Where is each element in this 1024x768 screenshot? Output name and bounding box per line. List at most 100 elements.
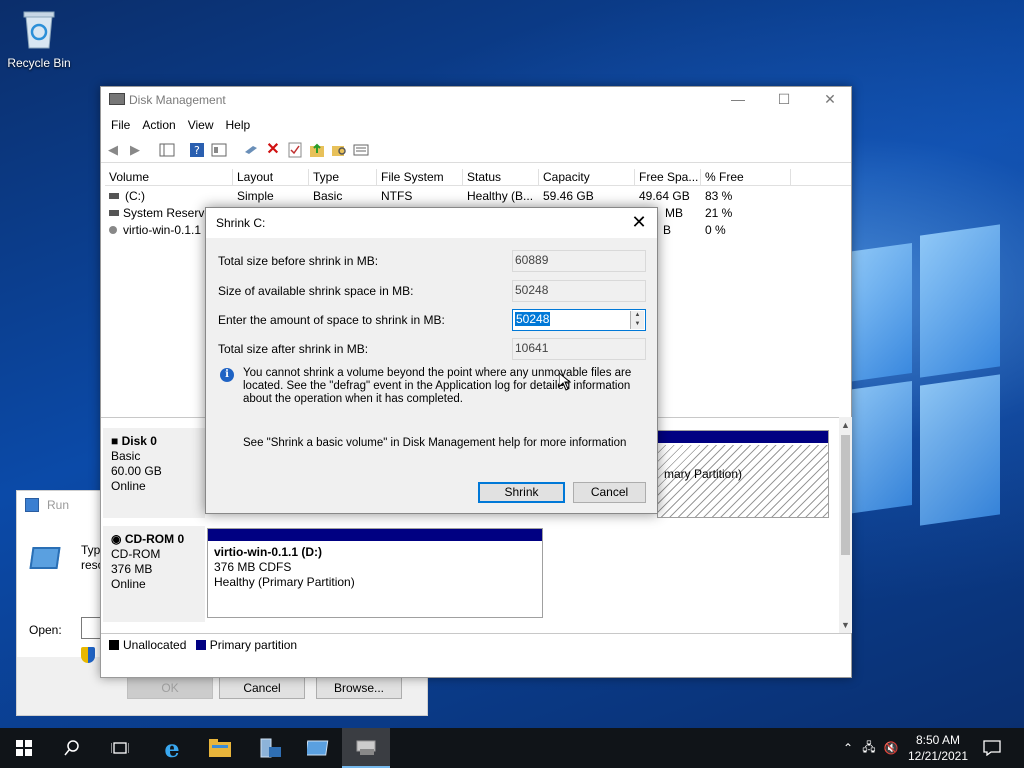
disk-0-label[interactable]: ■ Disk 0 Basic 60.00 GB Online	[103, 428, 205, 518]
folder-up-icon[interactable]	[309, 142, 325, 158]
internet-explorer-icon[interactable]: e	[148, 728, 196, 768]
volume-name: System Reserved	[123, 206, 218, 220]
help-icon[interactable]: ?	[189, 142, 205, 158]
disk-0-state: Online	[111, 479, 146, 493]
toolbar: ◀ ▶ ? ✕	[101, 137, 851, 163]
list-view-icon[interactable]	[353, 142, 369, 158]
recycle-bin-shortcut[interactable]: Recycle Bin	[6, 8, 72, 70]
task-view-icon[interactable]	[96, 728, 144, 768]
col-capacity[interactable]: Capacity	[539, 169, 635, 186]
volume-muted-icon[interactable]: 🔇	[880, 741, 902, 755]
col-type[interactable]: Type	[309, 169, 377, 186]
scroll-up-arrow-icon[interactable]: ▲	[839, 417, 852, 433]
cdrom-partition-name: virtio-win-0.1.1 (D:)	[214, 545, 323, 559]
volume-icon	[109, 193, 119, 199]
run-ok-button[interactable]: OK	[127, 677, 213, 699]
start-button[interactable]	[0, 728, 48, 768]
shrink-titlebar[interactable]: Shrink C: ✕	[206, 208, 657, 238]
shrink-help-text: See "Shrink a basic volume" in Disk Mana…	[243, 437, 627, 449]
close-button[interactable]: ✕	[807, 87, 853, 113]
spin-up-icon[interactable]: ▲	[631, 311, 644, 320]
notifications-icon[interactable]	[968, 728, 1016, 768]
menu-help[interactable]: Help	[220, 118, 257, 132]
connect-icon[interactable]	[243, 142, 259, 158]
file-explorer-icon[interactable]	[196, 728, 244, 768]
total-before-row: Total size before shrink in MB: 60889	[218, 250, 648, 272]
maximize-button[interactable]: ☐	[761, 87, 807, 113]
disk-0-size: 60.00 GB	[111, 464, 162, 478]
clock[interactable]: 8:50 AM 12/21/2021	[900, 732, 976, 764]
cdrom-0-label[interactable]: ◉ CD-ROM 0 CD-ROM 376 MB Online	[103, 526, 205, 622]
volume-capacity: 59.46 GB	[543, 189, 594, 203]
shrink-title: Shrink C:	[216, 216, 266, 230]
disk-0-kind: Basic	[111, 449, 141, 463]
volume-list-header: Volume Layout Type File System Status Ca…	[105, 169, 851, 186]
menu-file[interactable]: File	[105, 118, 136, 132]
col-status[interactable]: Status	[463, 169, 539, 186]
back-arrow-icon[interactable]: ◀	[105, 142, 121, 158]
volume-row[interactable]: (C:) Simple Basic NTFS Healthy (B... 59.…	[105, 188, 805, 205]
cancel-button[interactable]: Cancel	[573, 482, 646, 503]
scroll-thumb[interactable]	[841, 435, 850, 555]
check-icon[interactable]	[287, 142, 303, 158]
run-taskbar-icon[interactable]	[294, 728, 342, 768]
cdrom-0-name: ◉ CD-ROM 0	[111, 532, 185, 546]
menu-action[interactable]: Action	[136, 118, 181, 132]
shrink-info-text: You cannot shrink a volume beyond the po…	[243, 367, 632, 405]
volume-layout: Simple	[237, 189, 274, 203]
disk-0-partition[interactable]: mary Partition)	[657, 430, 829, 518]
dm-titlebar[interactable]: Disk Management — ☐ ✕	[101, 87, 851, 113]
uac-shield-icon	[81, 647, 95, 663]
scroll-down-arrow-icon[interactable]: ▼	[839, 617, 852, 633]
mouse-cursor-icon	[558, 371, 572, 394]
run-open-label: Open:	[29, 623, 62, 637]
disk-management-taskbar-icon[interactable]	[342, 728, 390, 768]
run-browse-button[interactable]: Browse...	[316, 677, 402, 699]
col-layout[interactable]: Layout	[233, 169, 309, 186]
col-free-space[interactable]: Free Spa...	[635, 169, 701, 186]
cdrom-partition-status: Healthy (Primary Partition)	[214, 575, 355, 589]
shrink-dialog: Shrink C: ✕ Total size before shrink in …	[205, 207, 658, 514]
cdrom-partition-size: 376 MB CDFS	[214, 560, 292, 574]
disk-management-app-icon	[109, 93, 125, 105]
amount-row: Enter the amount of space to shrink in M…	[218, 309, 648, 331]
cdrom-0-size: 376 MB	[111, 562, 153, 576]
shrink-button[interactable]: Shrink	[478, 482, 565, 503]
delete-icon[interactable]: ✕	[265, 142, 281, 158]
network-icon[interactable]: 🖧	[858, 738, 880, 759]
spin-down-icon[interactable]: ▼	[631, 320, 644, 329]
volume-fs: NTFS	[381, 189, 413, 203]
show-console-tree-icon[interactable]	[159, 142, 175, 158]
menu-view[interactable]: View	[182, 118, 220, 132]
cdrom-0-partition[interactable]: virtio-win-0.1.1 (D:) 376 MB CDFS Health…	[207, 528, 543, 618]
available-row: Size of available shrink space in MB: 50…	[218, 280, 648, 302]
search-icon[interactable]	[48, 728, 96, 768]
disk-0-partition-status: mary Partition)	[664, 467, 743, 481]
forward-arrow-icon[interactable]: ▶	[127, 142, 143, 158]
volume-status: Healthy (B...	[467, 189, 534, 203]
shrink-amount-spinner[interactable]: ▲ ▼	[630, 311, 644, 329]
col-volume[interactable]: Volume	[105, 169, 233, 186]
recycle-bin-label: Recycle Bin	[7, 56, 71, 70]
minimize-button[interactable]: —	[715, 87, 761, 113]
search-folder-icon[interactable]	[331, 142, 347, 158]
clock-date: 12/21/2021	[907, 749, 969, 763]
shrink-amount-value: 50248	[515, 312, 551, 326]
volume-name: (C:)	[125, 189, 145, 203]
server-manager-icon[interactable]	[246, 728, 294, 768]
shrink-close-icon[interactable]: ✕	[627, 208, 651, 238]
col-file-system[interactable]: File System	[377, 169, 463, 186]
cdrom-0-kind: CD-ROM	[111, 547, 161, 561]
properties-icon[interactable]	[211, 142, 227, 158]
cdrom-partition-info: virtio-win-0.1.1 (D:) 376 MB CDFS Health…	[208, 541, 542, 594]
show-hidden-icons-chevron-icon[interactable]: ⌃	[838, 741, 858, 755]
recycle-bin-icon	[21, 8, 57, 50]
disk-0-name: ■ Disk 0	[111, 434, 157, 448]
vertical-scrollbar[interactable]: ▲ ▼	[839, 417, 852, 633]
total-before-label: Total size before shrink in MB:	[218, 254, 379, 268]
run-cancel-button[interactable]: Cancel	[219, 677, 305, 699]
shrink-amount-input[interactable]: 50248 ▲ ▼	[512, 309, 646, 331]
volume-pct-free: 0 %	[705, 223, 726, 237]
menu-bar: File Action View Help	[101, 113, 851, 137]
col-percent-free[interactable]: % Free	[701, 169, 791, 186]
